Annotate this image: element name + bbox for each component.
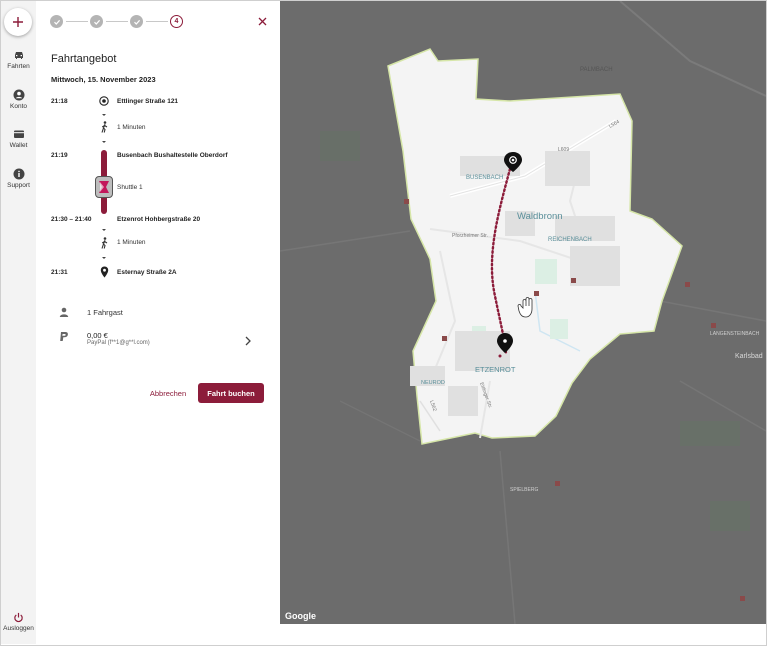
stop-1-name: Ettlinger Straße 121	[117, 98, 179, 105]
power-icon	[14, 612, 23, 623]
step-2-check-icon	[90, 15, 103, 28]
stop-4-time: 21:31	[51, 269, 68, 276]
car-icon	[14, 52, 23, 59]
map-label-neurod: NEUROD	[421, 380, 445, 386]
nav-label-fahrten: Fahrten	[7, 63, 30, 70]
stop-3-time: 21:30 – 21:40	[51, 216, 92, 223]
page-title: Fahrtangebot	[51, 53, 117, 65]
leg-3-walk-duration: 1 Minuten	[117, 239, 146, 246]
step-connector	[106, 21, 128, 22]
map-label-palmbach: PALMBACH	[580, 67, 613, 73]
map-label-karlsbad: Karlsbad	[735, 353, 763, 360]
map-label-busenbach: BUSENBACH	[466, 175, 503, 181]
nav-item-fahrten[interactable]: Fahrten	[1, 49, 36, 70]
nav-item-support[interactable]: Support	[1, 168, 36, 189]
route-arrow	[102, 257, 106, 259]
map-label-waldbronn: Waldbronn	[517, 211, 563, 222]
leg-2-shuttle-name: Shuttle 1	[117, 184, 143, 191]
cancel-button[interactable]: Abbrechen	[140, 383, 196, 403]
origin-target-icon	[99, 96, 109, 106]
price-value: 0,00 €	[87, 331, 108, 340]
map-view[interactable]: PALMBACH BUSENBACH Waldbronn REICHENBACH…	[280, 1, 766, 624]
logout-label: Ausloggen	[3, 625, 34, 632]
google-attribution: Google	[285, 611, 316, 621]
new-trip-button[interactable]	[4, 8, 32, 36]
stop-4-name: Esternay Straße 2A	[117, 269, 177, 276]
stop-2-time: 21:19	[51, 152, 68, 159]
walk-icon	[99, 237, 109, 249]
person-icon	[58, 306, 69, 317]
nav-label-konto: Konto	[10, 103, 27, 110]
step-3-check-icon	[130, 15, 143, 28]
map-label-l609: L609	[558, 147, 569, 153]
stop-2-name: Busenbach Bushaltestelle Oberdorf	[117, 152, 228, 159]
wallet-icon	[13, 130, 24, 138]
map-label-spielberg: SPIELBERG	[510, 487, 538, 493]
payment-method: PayPal (f**1@g**l.com)	[87, 340, 150, 346]
close-icon	[258, 17, 266, 25]
stop-3-name: Etzenrot Hohbergstraße 20	[117, 216, 201, 223]
nav-item-konto[interactable]: Konto	[1, 89, 36, 110]
destination-pin-icon	[99, 266, 109, 278]
step-1-check-icon	[50, 15, 63, 28]
trip-panel: 4 Fahrtangebot Mittwoch, 15. November 20…	[36, 1, 280, 644]
account-icon	[13, 89, 24, 101]
map-label-reichenbach: REICHENBACH	[548, 237, 592, 243]
book-trip-button[interactable]: Fahrt buchen	[198, 383, 264, 403]
leg-1-walk-duration: 1 Minuten	[117, 124, 146, 131]
paypal-icon	[58, 331, 69, 342]
map-footer-strip	[280, 624, 766, 645]
stop-1-time: 21:18	[51, 98, 68, 105]
close-button[interactable]	[255, 14, 269, 28]
info-icon	[13, 168, 24, 180]
plus-icon	[13, 17, 23, 27]
nav-rail: Fahrten Konto Wallet Support	[1, 1, 36, 644]
nav-label-support: Support	[7, 182, 30, 189]
shuttle-icon	[95, 176, 113, 198]
step-4-label: 4	[174, 18, 179, 25]
route-arrow	[102, 114, 106, 116]
progress-stepper: 4	[50, 15, 190, 29]
step-connector	[66, 21, 88, 22]
map-label-pforzheimer-str: Pforzheimer Str.	[452, 233, 488, 239]
map-canvas: PALMBACH BUSENBACH Waldbronn REICHENBACH…	[280, 1, 766, 624]
step-connector	[146, 21, 168, 22]
step-4-current: 4	[170, 15, 183, 28]
passenger-count[interactable]: 1 Fahrgast	[87, 308, 123, 317]
nav-label-wallet: Wallet	[9, 142, 28, 149]
nav-item-wallet[interactable]: Wallet	[1, 128, 36, 149]
trip-date: Mittwoch, 15. November 2023	[51, 75, 156, 84]
map-label-etzenrot: ETZENROT	[475, 365, 516, 374]
route-arrow	[102, 141, 106, 143]
walk-icon	[99, 121, 109, 133]
route-arrow	[102, 229, 106, 231]
payment-chevron-icon[interactable]	[244, 333, 252, 351]
map-label-langensteinbach: LANGENSTEINBACH	[710, 331, 760, 337]
logout-button[interactable]: Ausloggen	[1, 612, 36, 632]
